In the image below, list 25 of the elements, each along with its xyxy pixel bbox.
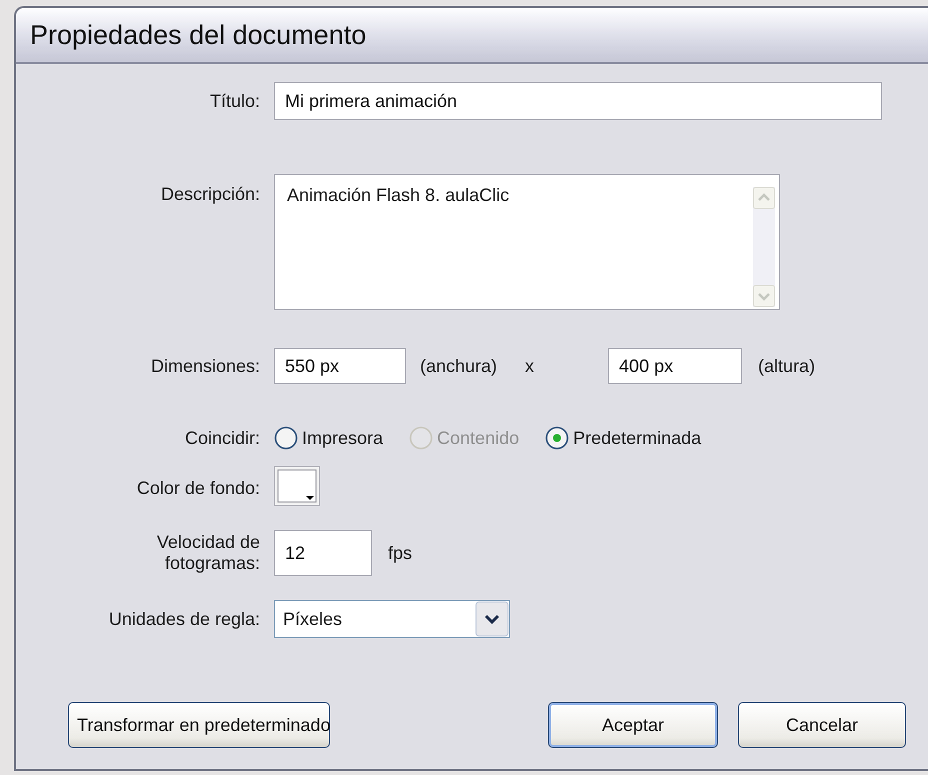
frame-rate-field[interactable]: 12: [274, 530, 372, 576]
field-label: Color de fondo:: [136, 478, 260, 498]
field-label: Descripción:: [160, 184, 260, 205]
field-label: Unidades de regla:: [108, 608, 260, 630]
window-title: Propiedades del documento: [30, 20, 366, 50]
field-label: Dimensiones:: [150, 356, 260, 376]
width-field[interactable]: 550 px: [274, 348, 406, 384]
times-label: x: [525, 356, 534, 376]
unit-label: (altura): [758, 356, 816, 376]
radio-icon[interactable]: [274, 426, 298, 450]
field-label: Título:: [210, 90, 260, 112]
default-button[interactable]: Aceptar: [548, 702, 718, 748]
unit-label: fps: [388, 542, 412, 564]
color-swatch[interactable]: [274, 466, 320, 506]
height-field[interactable]: 400 px: [608, 348, 742, 384]
field-label: Coincidir:: [184, 428, 260, 448]
title-field[interactable]: Mi primera animación: [274, 82, 882, 120]
radio-icon[interactable]: [545, 426, 570, 450]
radio-option[interactable]: Impresora: [274, 426, 384, 450]
dialog-button[interactable]: Cancelar: [738, 702, 906, 748]
chevron-down-icon: [475, 601, 509, 637]
field-label: Velocidad de fotogramas:: [156, 532, 260, 574]
radio-option[interactable]: Predeterminada: [545, 426, 702, 450]
unit-label: (anchura): [420, 356, 498, 376]
units-dropdown[interactable]: Píxeles: [274, 600, 510, 638]
